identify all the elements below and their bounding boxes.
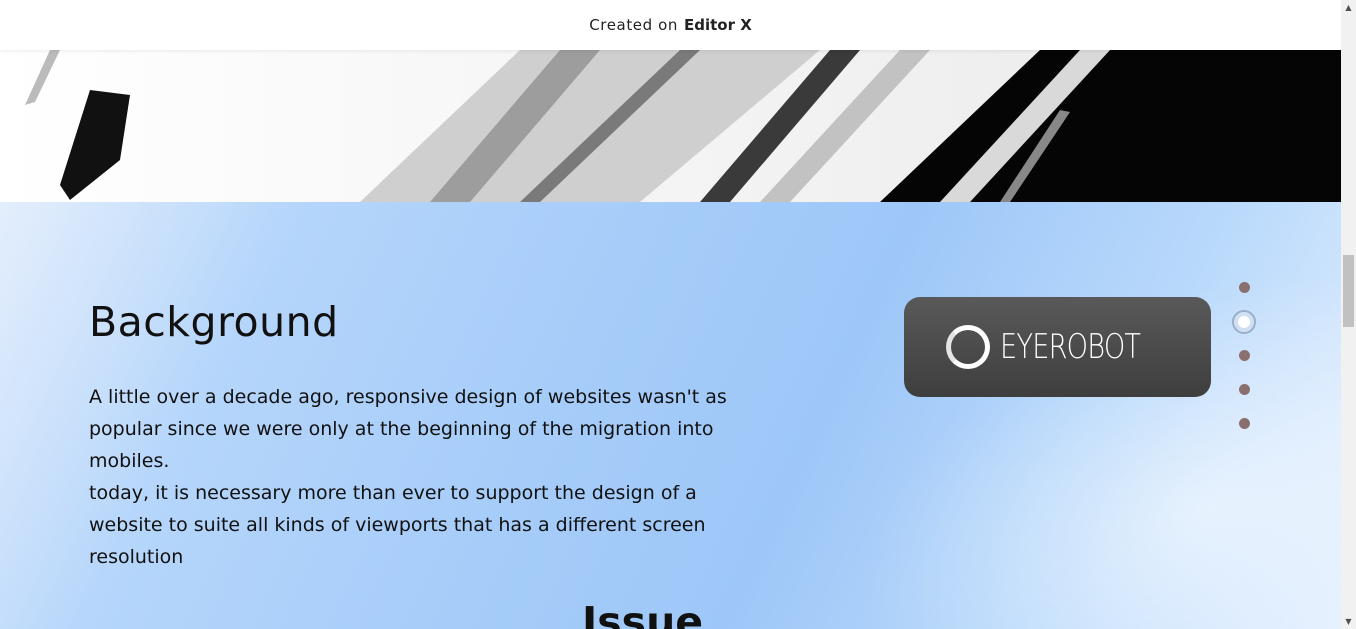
eyerobot-logo: EYEROBOT — [904, 297, 1211, 397]
nav-dot-3[interactable] — [1238, 350, 1250, 361]
logo-ring-icon — [945, 325, 990, 369]
created-on-banner[interactable]: Created on Editor X — [0, 0, 1341, 50]
section-body: A little over a decade ago, responsive d… — [89, 381, 769, 573]
body-paragraph: A little over a decade ago, responsive d… — [89, 386, 727, 472]
section-title: Background — [89, 298, 339, 346]
next-section-title: Issue — [582, 598, 704, 629]
scroll-up-icon[interactable]: ▲ — [1341, 0, 1356, 15]
brush-stroke-image — [0, 50, 1341, 202]
scroll-down-icon[interactable]: ▼ — [1341, 614, 1356, 629]
created-on-label: Created on — [589, 16, 679, 34]
brush-stroke-art — [0, 50, 1341, 202]
section-nav-dots — [1232, 282, 1256, 452]
editor-x-brand[interactable]: Editor X — [684, 16, 752, 34]
nav-dot-2-active[interactable] — [1232, 310, 1256, 334]
nav-dot-5[interactable] — [1238, 418, 1250, 429]
logo-text: EYEROBOT — [999, 327, 1141, 367]
nav-dot-4[interactable] — [1238, 384, 1250, 395]
scroll-thumb[interactable] — [1343, 255, 1354, 327]
body-paragraph: today, it is necessary more than ever to… — [89, 482, 706, 568]
nav-dot-1[interactable] — [1238, 282, 1250, 293]
page-scrollbar[interactable]: ▲ ▼ — [1341, 0, 1356, 629]
